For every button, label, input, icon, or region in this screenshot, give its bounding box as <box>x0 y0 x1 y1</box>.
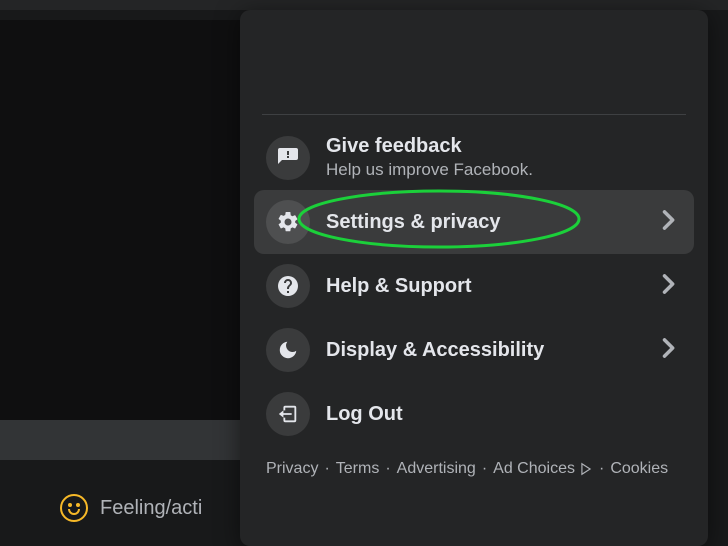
background-panel <box>0 20 240 420</box>
divider <box>262 114 686 115</box>
adchoices-icon <box>579 462 593 476</box>
moon-icon <box>266 328 310 372</box>
help-icon <box>266 264 310 308</box>
menu-item-settings[interactable]: Settings & privacy <box>254 190 694 254</box>
help-title: Help & Support <box>326 275 638 298</box>
feedback-icon <box>266 136 310 180</box>
feedback-subtitle: Help us improve Facebook. <box>326 160 682 180</box>
footer-advertising[interactable]: Advertising <box>397 456 476 482</box>
smile-icon <box>60 494 88 522</box>
footer-adchoices[interactable]: Ad Choices <box>493 456 575 482</box>
feedback-title: Give feedback <box>326 135 682 158</box>
footer-privacy[interactable]: Privacy <box>266 456 318 482</box>
footer-cookies[interactable]: Cookies <box>610 456 668 482</box>
chevron-right-icon <box>654 334 682 367</box>
footer-links: Privacy· Terms· Advertising· Ad Choices … <box>254 456 694 482</box>
footer-terms[interactable]: Terms <box>336 456 380 482</box>
menu-item-display[interactable]: Display & Accessibility <box>254 318 694 382</box>
menu-item-feedback[interactable]: Give feedback Help us improve Facebook. <box>254 125 694 190</box>
account-menu: Give feedback Help us improve Facebook. … <box>240 10 708 546</box>
logout-icon <box>266 392 310 436</box>
logout-title: Log Out <box>326 403 682 426</box>
feeling-activity-button[interactable]: Feeling/acti <box>0 478 240 538</box>
display-title: Display & Accessibility <box>326 339 638 362</box>
background-strip <box>0 420 240 460</box>
chevron-right-icon <box>654 206 682 239</box>
topbar <box>0 0 728 10</box>
menu-item-logout[interactable]: Log Out <box>254 382 694 446</box>
chevron-right-icon <box>654 270 682 303</box>
menu-item-help[interactable]: Help & Support <box>254 254 694 318</box>
gear-icon <box>266 200 310 244</box>
feeling-label: Feeling/acti <box>100 497 202 520</box>
settings-title: Settings & privacy <box>326 211 638 234</box>
